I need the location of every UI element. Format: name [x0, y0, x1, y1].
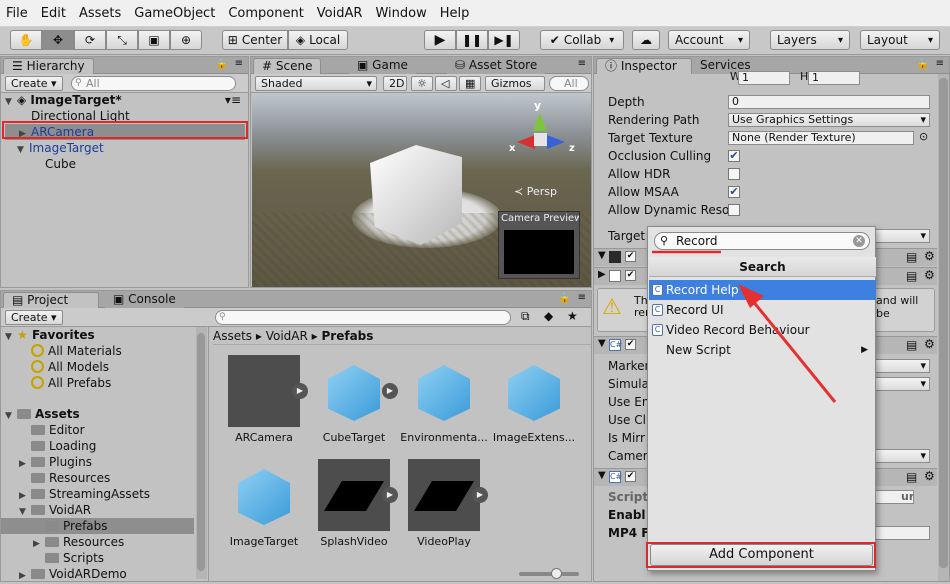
arrow-head: [738, 284, 764, 308]
annotation-arrow: [738, 284, 837, 403]
arrow-shaft: [750, 299, 837, 403]
